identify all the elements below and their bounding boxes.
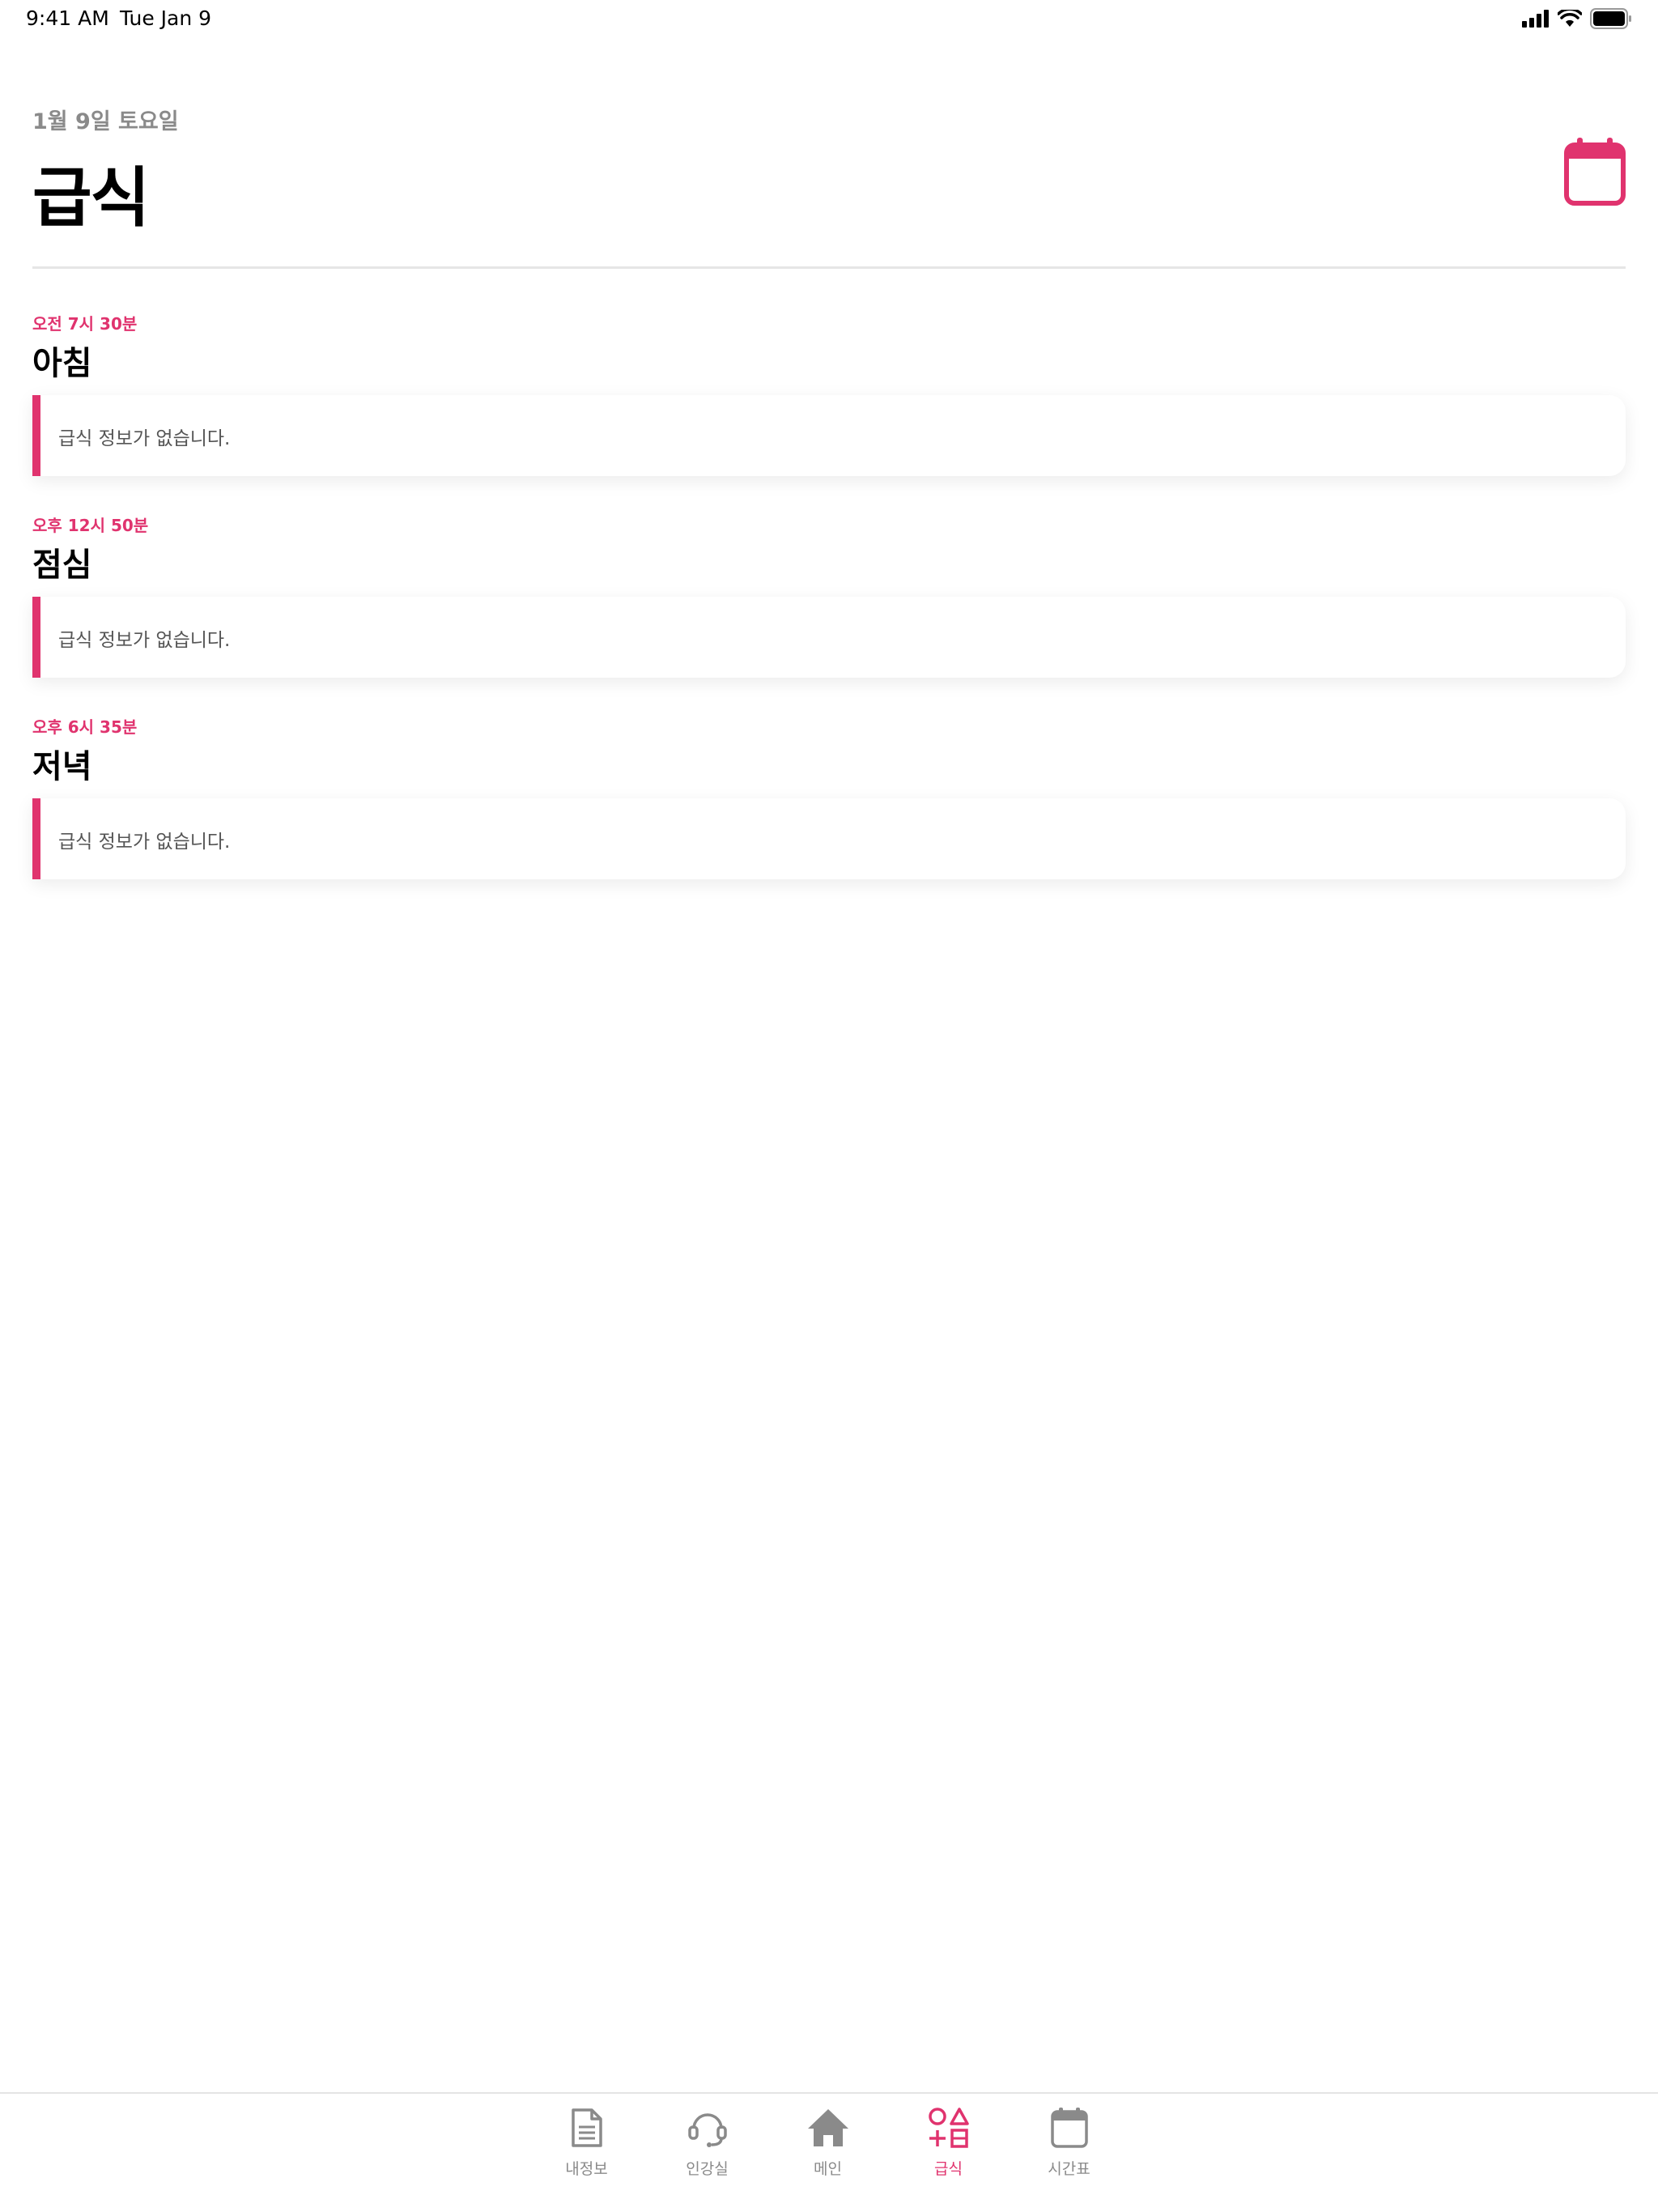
calendar-icon: [1050, 2108, 1088, 2148]
calendar-button[interactable]: [1564, 138, 1626, 206]
signal-icon: [1522, 10, 1549, 28]
meal-content: 급식 정보가 없습니다.: [58, 428, 231, 449]
meal-card: 급식 정보가 없습니다.: [32, 597, 1626, 678]
tab-label: 급식: [934, 2160, 963, 2178]
meal-time: 오후 6시 35분: [32, 717, 138, 737]
home-icon: [807, 2109, 848, 2146]
meal-section-breakfast: 오전 7시 30분 아침 급식 정보가 없습니다.: [32, 308, 1626, 509]
tab-label: 내정보: [565, 2160, 608, 2178]
meal-time: 오후 12시 50분: [32, 516, 149, 535]
status-bar: 9:41 AM Tue Jan 9: [0, 0, 1658, 39]
document-icon: [571, 2108, 602, 2147]
headset-icon: [687, 2113, 727, 2147]
meal-content: 급식 정보가 없습니다.: [58, 832, 231, 853]
tab-timetable[interactable]: 시간표: [1009, 2105, 1129, 2179]
wifi-icon: [1558, 10, 1582, 27]
meal-name: 아침: [32, 345, 92, 382]
tab-my-info[interactable]: 내정보: [526, 2105, 647, 2179]
page-header: 1월 9일 토요일 급식: [32, 104, 1626, 269]
tab-label: 인강실: [686, 2160, 729, 2178]
tab-meal[interactable]: 급식: [888, 2105, 1009, 2179]
tab-main[interactable]: 메인: [767, 2105, 888, 2179]
meal-name: 저녁: [32, 748, 92, 785]
status-time: 9:41 AM: [26, 6, 109, 30]
tab-label: 메인: [814, 2160, 842, 2178]
meal-list: 오전 7시 30분 아침 급식 정보가 없습니다. 오후 12시 50분 점심 …: [32, 308, 1626, 912]
meal-card: 급식 정보가 없습니다.: [32, 798, 1626, 879]
tab-lecture-room[interactable]: 인강실: [647, 2105, 767, 2179]
shapes-icon: [928, 2108, 969, 2148]
status-date: Tue Jan 9: [120, 6, 212, 30]
header-date: 1월 9일 토요일: [32, 109, 179, 134]
tab-list: 내정보 인강실 메인 급식 시간표: [526, 2105, 1129, 2179]
tab-label: 시간표: [1048, 2160, 1090, 2178]
meal-content: 급식 정보가 없습니다.: [58, 630, 231, 651]
meal-time: 오전 7시 30분: [32, 314, 138, 334]
meal-card: 급식 정보가 없습니다.: [32, 395, 1626, 476]
status-indicators: [1522, 8, 1632, 29]
meal-name: 점심: [32, 547, 92, 584]
tab-bar: 내정보 인강실 메인 급식 시간표: [0, 2092, 1658, 2212]
meal-section-lunch: 오후 12시 50분 점심 급식 정보가 없습니다.: [32, 509, 1626, 711]
meal-screen: 9:41 AM Tue Jan 9 1월 9일 토요일 급식 오전 7시 30분…: [0, 0, 1658, 2212]
battery-icon: [1590, 8, 1631, 29]
page-title: 급식: [32, 160, 150, 236]
calendar-icon: [1564, 138, 1626, 206]
meal-section-dinner: 오후 6시 35분 저녁 급식 정보가 없습니다.: [32, 711, 1626, 912]
